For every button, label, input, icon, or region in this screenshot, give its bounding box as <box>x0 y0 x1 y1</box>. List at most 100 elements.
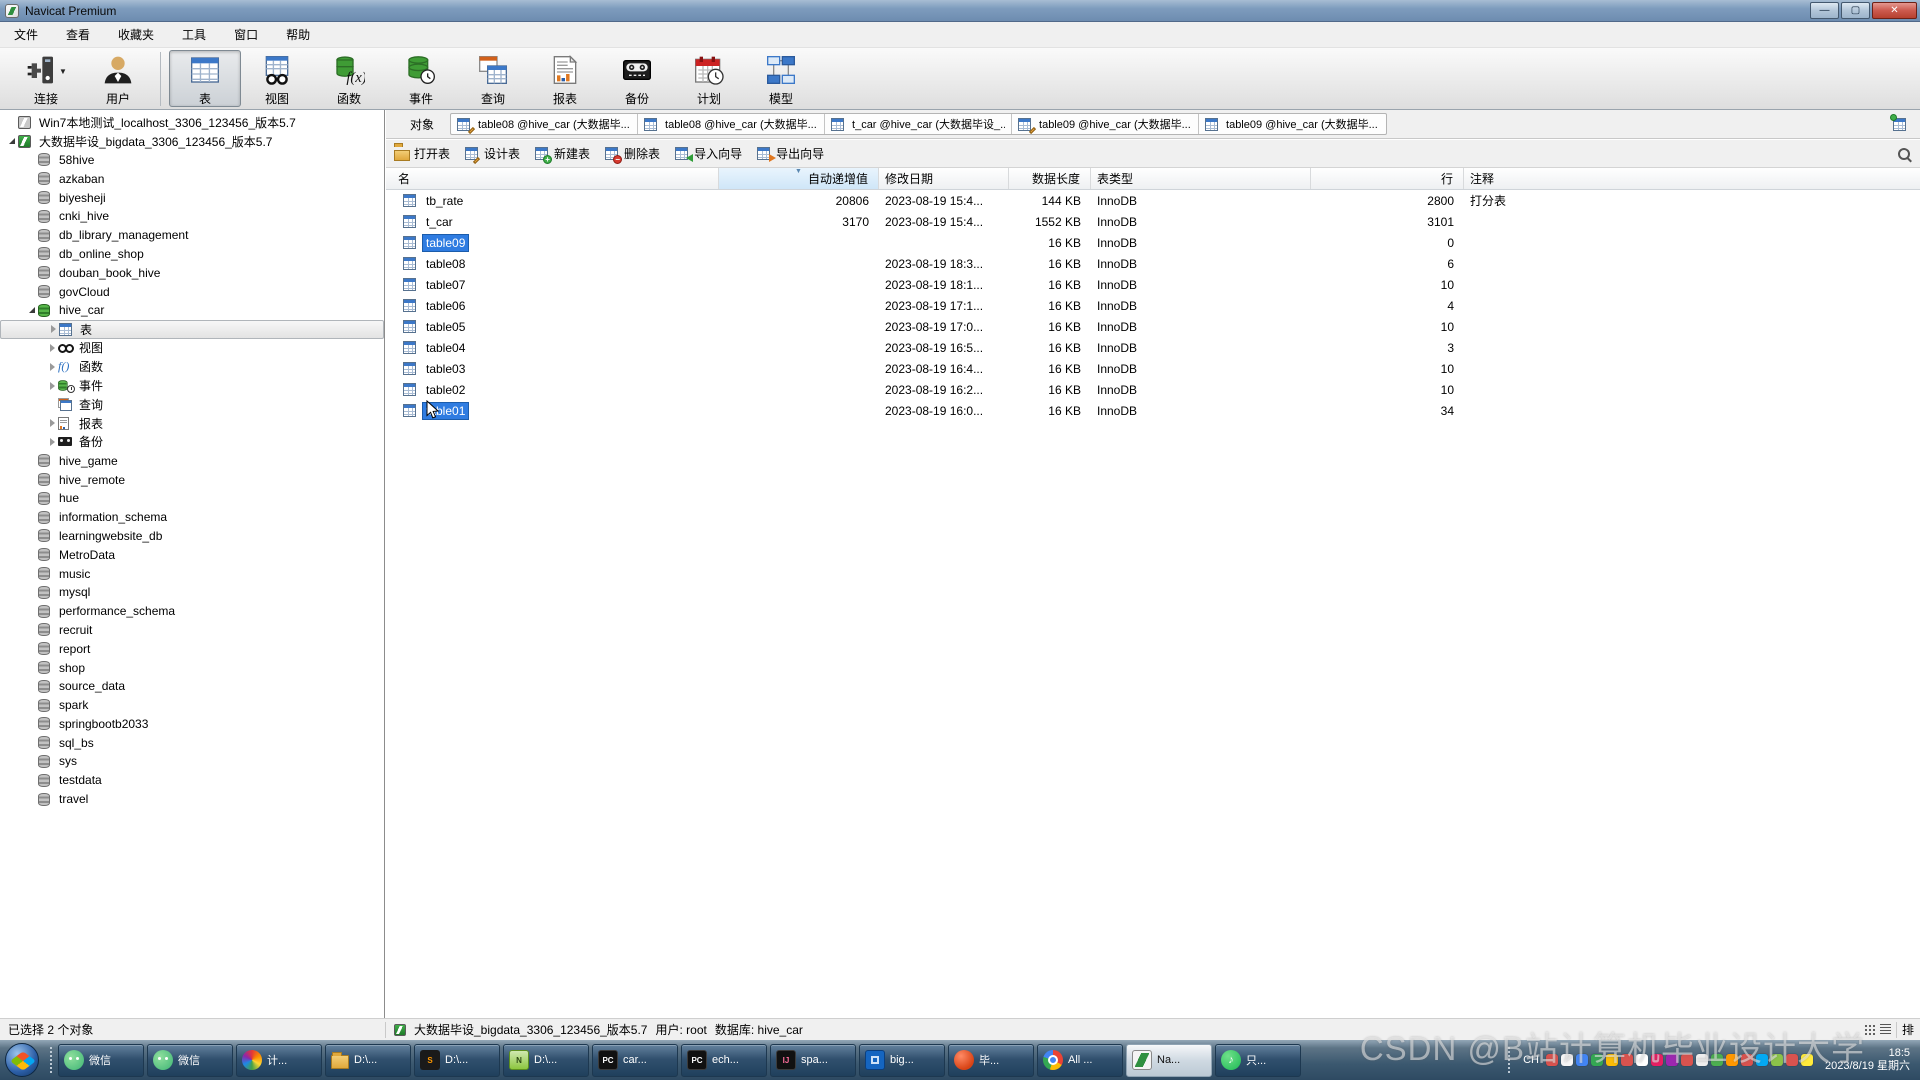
sidebar-item-item[interactable]: 事件 <box>0 376 384 395</box>
new-table-button[interactable]: + 新建表 <box>534 145 590 162</box>
column-header-modified-date[interactable]: 修改日期 <box>879 168 1009 189</box>
search-icon[interactable] <box>1898 148 1910 160</box>
sidebar-item-item[interactable]: 表 <box>0 320 384 339</box>
tab-table08-design[interactable]: table08 @hive_car (大数据毕... <box>451 114 638 134</box>
sidebar-item-azkaban[interactable]: azkaban <box>0 169 384 188</box>
taskbar-button-redball[interactable]: 毕... <box>948 1044 1034 1077</box>
toolbar-query-button[interactable]: 查询 <box>457 50 529 107</box>
toolbar-function-button[interactable]: f(x) 函数 <box>313 50 385 107</box>
taskbar-button-sublime-d[interactable]: SD:\... <box>414 1044 500 1077</box>
tray-icon[interactable] <box>1771 1054 1783 1066</box>
table-row-table04[interactable]: table042023-08-19 16:5...16 KBInnoDB3 <box>386 337 1920 358</box>
sidebar-item-db-online-shop[interactable]: db_online_shop <box>0 245 384 264</box>
tab-table09-design[interactable]: table09 @hive_car (大数据毕... <box>1012 114 1199 134</box>
sidebar-item-music[interactable]: music <box>0 564 384 583</box>
taskbar-button-chrome-all[interactable]: All ... <box>1037 1044 1123 1077</box>
tab-table08-open[interactable]: table08 @hive_car (大数据毕... <box>638 114 825 134</box>
menu-favorites[interactable]: 收藏夹 <box>104 22 168 47</box>
taskbar-button-pycharm-ech[interactable]: PCech... <box>681 1044 767 1077</box>
collapse-arrow-icon[interactable] <box>26 307 38 313</box>
taskbar-button-rainbow[interactable]: 计... <box>236 1044 322 1077</box>
export-wizard-button[interactable]: 导出向导 <box>756 145 824 162</box>
menu-window[interactable]: 窗口 <box>220 22 272 47</box>
sidebar-item-item[interactable]: f()函数 <box>0 357 384 376</box>
table-row-table05[interactable]: table052023-08-19 17:0...16 KBInnoDB10 <box>386 316 1920 337</box>
sidebar-item-win7-localhost-3306-123456-5-7[interactable]: Win7本地测试_localhost_3306_123456_版本5.7 <box>0 113 384 132</box>
sidebar-item-govcloud[interactable]: govCloud <box>0 282 384 301</box>
table-row-table06[interactable]: table062023-08-19 17:1...16 KBInnoDB4 <box>386 295 1920 316</box>
list-view-icon[interactable] <box>1880 1024 1891 1035</box>
tab-objects[interactable]: 对象 <box>394 112 450 137</box>
menu-help[interactable]: 帮助 <box>272 22 324 47</box>
table-row-table09[interactable]: table0916 KBInnoDB0 <box>386 232 1920 253</box>
tray-icon[interactable] <box>1681 1054 1693 1066</box>
tray-icon[interactable] <box>1576 1054 1588 1066</box>
sidebar-item-sql-bs[interactable]: sql_bs <box>0 733 384 752</box>
sidebar-item-testdata[interactable]: testdata <box>0 771 384 790</box>
sidebar-item-mysql[interactable]: mysql <box>0 583 384 602</box>
connection-dropdown-icon[interactable]: ▼ <box>59 67 67 76</box>
toolbar-user-button[interactable]: 用户 <box>82 50 154 107</box>
column-header-data-length[interactable]: 数据长度 <box>1009 168 1091 189</box>
tray-icon[interactable] <box>1756 1054 1768 1066</box>
tray-icon[interactable] <box>1621 1054 1633 1066</box>
sidebar-item-travel[interactable]: travel <box>0 790 384 809</box>
tray-icon[interactable] <box>1606 1054 1618 1066</box>
tray-icon[interactable] <box>1711 1054 1723 1066</box>
maximize-button[interactable]: ▢ <box>1841 2 1870 19</box>
start-button-icon[interactable] <box>5 1043 39 1077</box>
taskbar-button-folder-d[interactable]: D:\... <box>325 1044 411 1077</box>
column-header-comment[interactable]: 注释 <box>1464 168 1920 189</box>
sidebar-item-douban-book-hive[interactable]: douban_book_hive <box>0 263 384 282</box>
tray-icon[interactable] <box>1546 1054 1558 1066</box>
expand-arrow-icon[interactable] <box>46 382 58 390</box>
sidebar-item-item[interactable]: 报表 <box>0 414 384 433</box>
taskbar-button-qqmusic[interactable]: ♪只... <box>1215 1044 1301 1077</box>
toolbar-model-button[interactable]: 模型 <box>745 50 817 107</box>
taskbar-button-wechat[interactable]: 微信 <box>147 1044 233 1077</box>
column-header-auto-increment[interactable]: ▼自动递增值 <box>719 168 879 189</box>
sidebar-item-item[interactable]: 视图 <box>0 339 384 358</box>
expand-arrow-icon[interactable] <box>47 325 59 333</box>
import-wizard-button[interactable]: 导入向导 <box>674 145 742 162</box>
sidebar-item-sys[interactable]: sys <box>0 752 384 771</box>
taskbar-button-idea-spa[interactable]: IJspa... <box>770 1044 856 1077</box>
design-table-button[interactable]: 设计表 <box>464 145 520 162</box>
expand-arrow-icon[interactable] <box>46 344 58 352</box>
sidebar-item-learningwebsite-db[interactable]: learningwebsite_db <box>0 527 384 546</box>
sidebar-item-cnki-hive[interactable]: cnki_hive <box>0 207 384 226</box>
tray-icon[interactable] <box>1726 1054 1738 1066</box>
sidebar-item-source-data[interactable]: source_data <box>0 677 384 696</box>
sidebar-item-recruit[interactable]: recruit <box>0 621 384 640</box>
sidebar-item-hive-remote[interactable]: hive_remote <box>0 470 384 489</box>
taskbar-button-wechat[interactable]: 微信 <box>58 1044 144 1077</box>
sidebar-item-springbootb2033[interactable]: springbootb2033 <box>0 715 384 734</box>
tray-icon[interactable] <box>1636 1054 1648 1066</box>
tray-icon[interactable] <box>1591 1054 1603 1066</box>
tray-icon[interactable] <box>1561 1054 1573 1066</box>
new-tab-button[interactable] <box>1892 114 1914 134</box>
sidebar-item-hive-car[interactable]: hive_car <box>0 301 384 320</box>
delete-table-button[interactable]: − 删除表 <box>604 145 660 162</box>
minimize-button[interactable]: — <box>1810 2 1839 19</box>
table-row-table07[interactable]: table072023-08-19 18:1...16 KBInnoDB10 <box>386 274 1920 295</box>
tab-table09-open[interactable]: table09 @hive_car (大数据毕... <box>1199 114 1386 134</box>
table-row-table01[interactable]: table012023-08-19 16:0...16 KBInnoDB34 <box>386 400 1920 421</box>
table-row-table02[interactable]: table022023-08-19 16:2...16 KBInnoDB10 <box>386 379 1920 400</box>
tray-icon[interactable] <box>1651 1054 1663 1066</box>
sidebar-item-item[interactable]: 备份 <box>0 433 384 452</box>
sidebar-item-hive-game[interactable]: hive_game <box>0 451 384 470</box>
tray-icon[interactable] <box>1801 1054 1813 1066</box>
sidebar-item-hue[interactable]: hue <box>0 489 384 508</box>
tab-t-car-open[interactable]: t_car @hive_car (大数据毕设_... <box>825 114 1012 134</box>
close-button[interactable]: ✕ <box>1872 2 1917 19</box>
column-header-rows[interactable]: 行 <box>1311 168 1464 189</box>
expand-arrow-icon[interactable] <box>46 419 58 427</box>
column-header-name[interactable]: 名 <box>386 168 719 189</box>
language-indicator[interactable]: CH <box>1520 1054 1542 1066</box>
sidebar-item-item[interactable]: 查询 <box>0 395 384 414</box>
tray-icon[interactable] <box>1696 1054 1708 1066</box>
sidebar-item-information-schema[interactable]: information_schema <box>0 508 384 527</box>
sidebar-item-performance-schema[interactable]: performance_schema <box>0 602 384 621</box>
taskbar-button-pycharm-car[interactable]: PCcar... <box>592 1044 678 1077</box>
